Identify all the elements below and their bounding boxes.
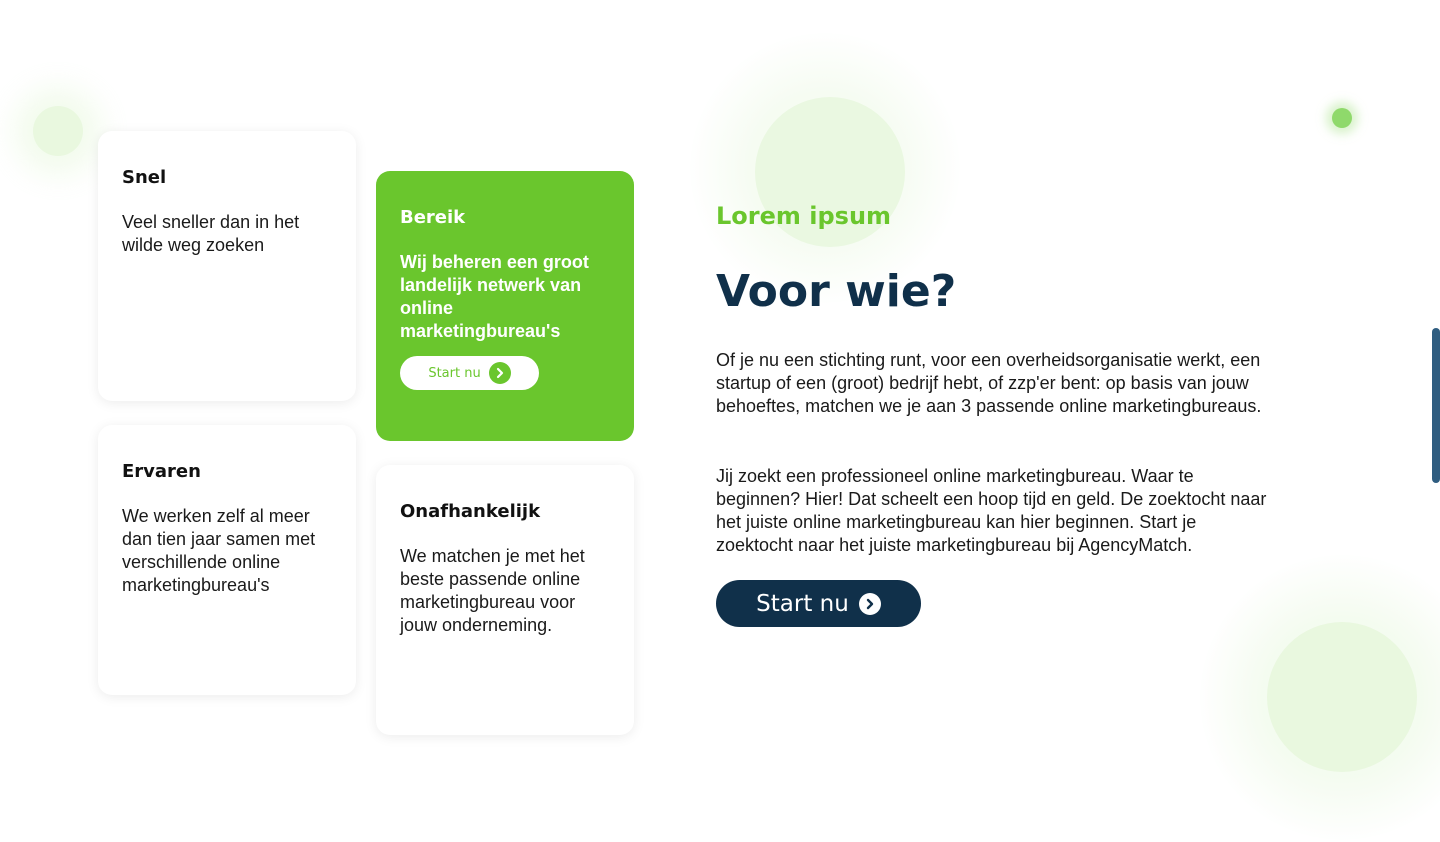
feature-card-onafhankelijk: Onafhankelijk We matchen je met het best… bbox=[376, 465, 634, 735]
section-heading: Voor wie? bbox=[716, 266, 957, 317]
card-title: Ervaren bbox=[122, 461, 201, 482]
card-title: Bereik bbox=[400, 207, 466, 228]
button-label: Start nu bbox=[428, 365, 481, 381]
decorative-circle bbox=[33, 106, 83, 156]
card-text: Veel sneller dan in het wilde weg zoeken bbox=[122, 212, 300, 255]
section-paragraph: Of je nu een stichting runt, voor een ov… bbox=[716, 350, 1262, 416]
button-label: Start nu bbox=[756, 590, 849, 617]
card-title: Onafhankelijk bbox=[400, 501, 541, 522]
chevron-right-icon bbox=[858, 592, 881, 615]
section-paragraph: Jij zoekt een professioneel online marke… bbox=[716, 466, 1267, 555]
card-text: We werken zelf al meer dan tien jaar sam… bbox=[122, 506, 316, 595]
card-title: Snel bbox=[122, 167, 167, 188]
chevron-right-icon bbox=[488, 362, 511, 384]
feature-card-snel: Snel Veel sneller dan in het wilde weg z… bbox=[98, 131, 356, 401]
start-now-button-small[interactable]: Start nu bbox=[400, 356, 539, 390]
section-eyebrow: Lorem ipsum bbox=[716, 202, 892, 230]
decorative-dot bbox=[1332, 108, 1352, 128]
feature-card-bereik: Bereik Wij beheren een groot landelijk n… bbox=[376, 171, 634, 441]
card-text: We matchen je met het beste passende onl… bbox=[400, 546, 585, 635]
start-now-button[interactable]: Start nu bbox=[716, 580, 921, 627]
decorative-circle bbox=[1267, 622, 1417, 772]
page: Snel Veel sneller dan in het wilde weg z… bbox=[0, 0, 1440, 842]
card-text: Wij beheren een groot landelijk netwerk … bbox=[400, 252, 589, 341]
scrollbar-thumb[interactable] bbox=[1432, 328, 1440, 483]
feature-card-ervaren: Ervaren We werken zelf al meer dan tien … bbox=[98, 425, 356, 695]
